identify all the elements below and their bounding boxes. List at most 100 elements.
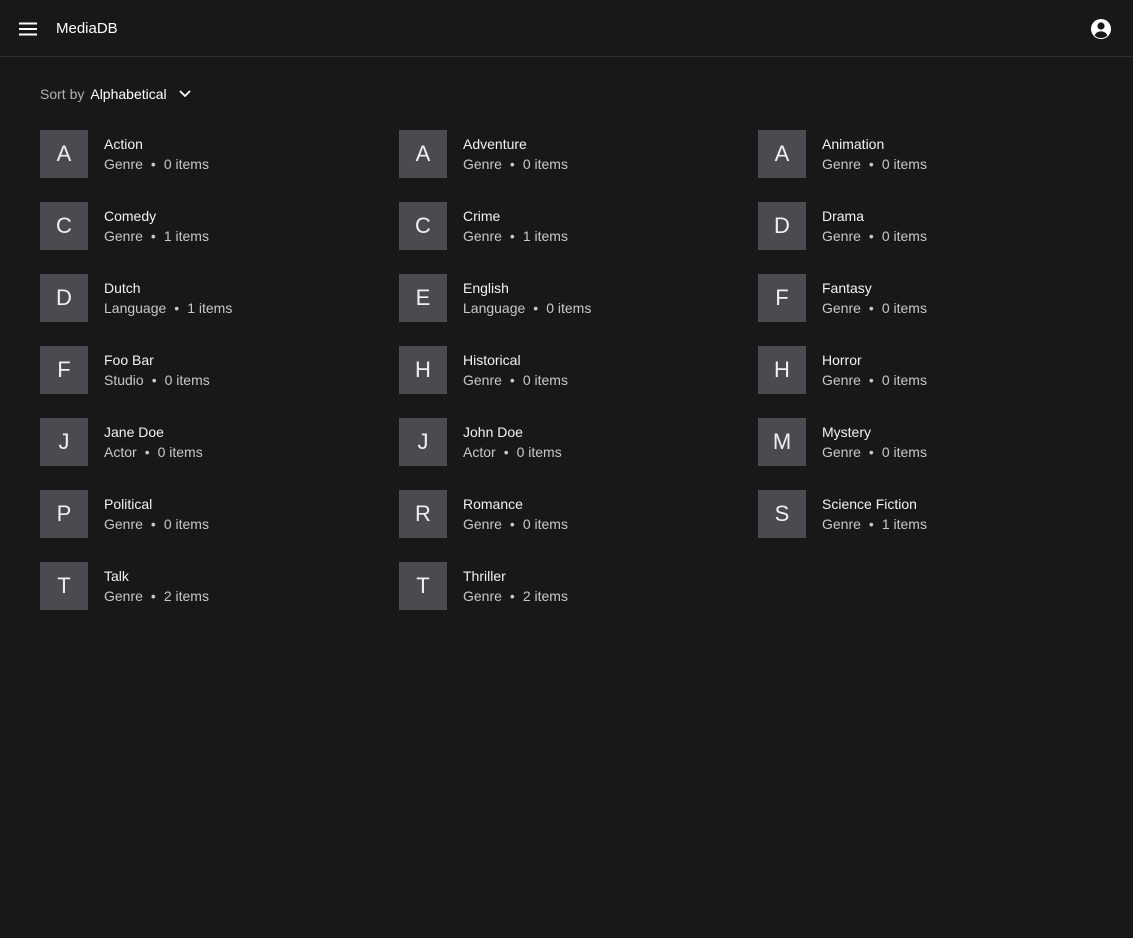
separator-dot: • [868, 156, 874, 172]
item-name: Foo Bar [104, 352, 154, 368]
list-item[interactable]: A Animation Genre • 0 items [758, 130, 1088, 202]
item-type: Genre [822, 156, 861, 172]
letter-avatar: H [399, 346, 447, 394]
item-name: Fantasy [822, 280, 872, 296]
letter-avatar: D [40, 274, 88, 322]
separator-dot: • [150, 228, 156, 244]
list-item[interactable]: F Foo Bar Studio • 0 items [40, 346, 399, 418]
item-type: Genre [822, 300, 861, 316]
list-item[interactable]: C Crime Genre • 1 items [399, 202, 758, 274]
item-type: Language [463, 300, 526, 316]
item-name: Crime [463, 208, 501, 224]
chevron-down-icon [179, 90, 191, 97]
sort-value: Alphabetical [90, 86, 167, 102]
separator-dot: • [150, 516, 156, 532]
item-count: 1 items [522, 228, 568, 244]
list-item[interactable]: R Romance Genre • 0 items [399, 490, 758, 562]
list-item[interactable]: T Thriller Genre • 2 items [399, 562, 758, 634]
separator-dot: • [509, 516, 515, 532]
item-name: English [463, 280, 509, 296]
item-count: 0 items [881, 444, 927, 460]
letter-avatar: E [399, 274, 447, 322]
account-circle-icon [1091, 19, 1111, 39]
list-item[interactable]: S Science Fiction Genre • 1 items [758, 490, 1088, 562]
letter-avatar: H [758, 346, 806, 394]
list-item[interactable]: H Horror Genre • 0 items [758, 346, 1088, 418]
item-type: Genre [822, 372, 861, 388]
separator-dot: • [509, 156, 515, 172]
app-bar: MediaDB [0, 0, 1133, 57]
item-count: 2 items [163, 588, 209, 604]
letter-avatar: T [40, 562, 88, 610]
item-name: Science Fiction [822, 496, 917, 512]
app-title[interactable]: MediaDB [56, 19, 118, 39]
item-count: 0 items [522, 516, 568, 532]
sort-select[interactable]: Alphabetical [90, 84, 194, 104]
menu-button[interactable] [14, 15, 42, 43]
item-type: Genre [463, 228, 502, 244]
separator-dot: • [868, 372, 874, 388]
item-count: 0 items [881, 156, 927, 172]
list-item[interactable]: A Adventure Genre • 0 items [399, 130, 758, 202]
separator-dot: • [150, 156, 156, 172]
list-item[interactable]: J Jane Doe Actor • 0 items [40, 418, 399, 490]
account-button[interactable] [1087, 15, 1115, 43]
item-type: Genre [822, 228, 861, 244]
item-count: 0 items [881, 372, 927, 388]
item-type: Language [104, 300, 167, 316]
separator-dot: • [509, 372, 515, 388]
list-item[interactable]: D Dutch Language • 1 items [40, 274, 399, 346]
item-name: Adventure [463, 136, 527, 152]
separator-dot: • [868, 300, 874, 316]
item-type: Genre [822, 516, 861, 532]
letter-avatar: P [40, 490, 88, 538]
item-type: Genre [104, 156, 143, 172]
letter-avatar: M [758, 418, 806, 466]
list-item[interactable]: A Action Genre • 0 items [40, 130, 399, 202]
item-count: 0 items [881, 228, 927, 244]
letter-avatar: A [399, 130, 447, 178]
list-item[interactable]: C Comedy Genre • 1 items [40, 202, 399, 274]
item-count: 2 items [522, 588, 568, 604]
item-count: 0 items [157, 444, 203, 460]
item-name: Talk [104, 568, 129, 584]
item-name: John Doe [463, 424, 523, 440]
item-name: Drama [822, 208, 865, 224]
list-item[interactable]: P Political Genre • 0 items [40, 490, 399, 562]
letter-avatar: T [399, 562, 447, 610]
item-count: 0 items [163, 516, 209, 532]
item-type: Genre [104, 516, 143, 532]
item-name: Jane Doe [104, 424, 164, 440]
letter-avatar: F [40, 346, 88, 394]
item-name: Mystery [822, 424, 871, 440]
letter-avatar: R [399, 490, 447, 538]
letter-avatar: F [758, 274, 806, 322]
separator-dot: • [150, 588, 156, 604]
separator-dot: • [868, 516, 874, 532]
item-name: Romance [463, 496, 523, 512]
menu-icon [19, 22, 37, 36]
item-count: 1 items [881, 516, 927, 532]
item-type: Genre [822, 444, 861, 460]
item-name: Political [104, 496, 153, 512]
letter-avatar: A [40, 130, 88, 178]
letter-avatar: S [758, 490, 806, 538]
letter-avatar: D [758, 202, 806, 250]
item-count: 0 items [516, 444, 562, 460]
sort-label: Sort by [40, 86, 85, 102]
item-count: 1 items [187, 300, 233, 316]
letter-avatar: C [399, 202, 447, 250]
letter-avatar: A [758, 130, 806, 178]
separator-dot: • [533, 300, 539, 316]
list-item[interactable]: H Historical Genre • 0 items [399, 346, 758, 418]
list-item[interactable]: E English Language • 0 items [399, 274, 758, 346]
list-item[interactable]: D Drama Genre • 0 items [758, 202, 1088, 274]
list-item[interactable]: F Fantasy Genre • 0 items [758, 274, 1088, 346]
list-item[interactable]: T Talk Genre • 2 items [40, 562, 399, 634]
item-name: Comedy [104, 208, 157, 224]
item-type: Actor [463, 444, 496, 460]
list-item[interactable]: M Mystery Genre • 0 items [758, 418, 1088, 490]
list-item[interactable]: J John Doe Actor • 0 items [399, 418, 758, 490]
item-count: 0 items [546, 300, 592, 316]
item-type: Genre [104, 588, 143, 604]
